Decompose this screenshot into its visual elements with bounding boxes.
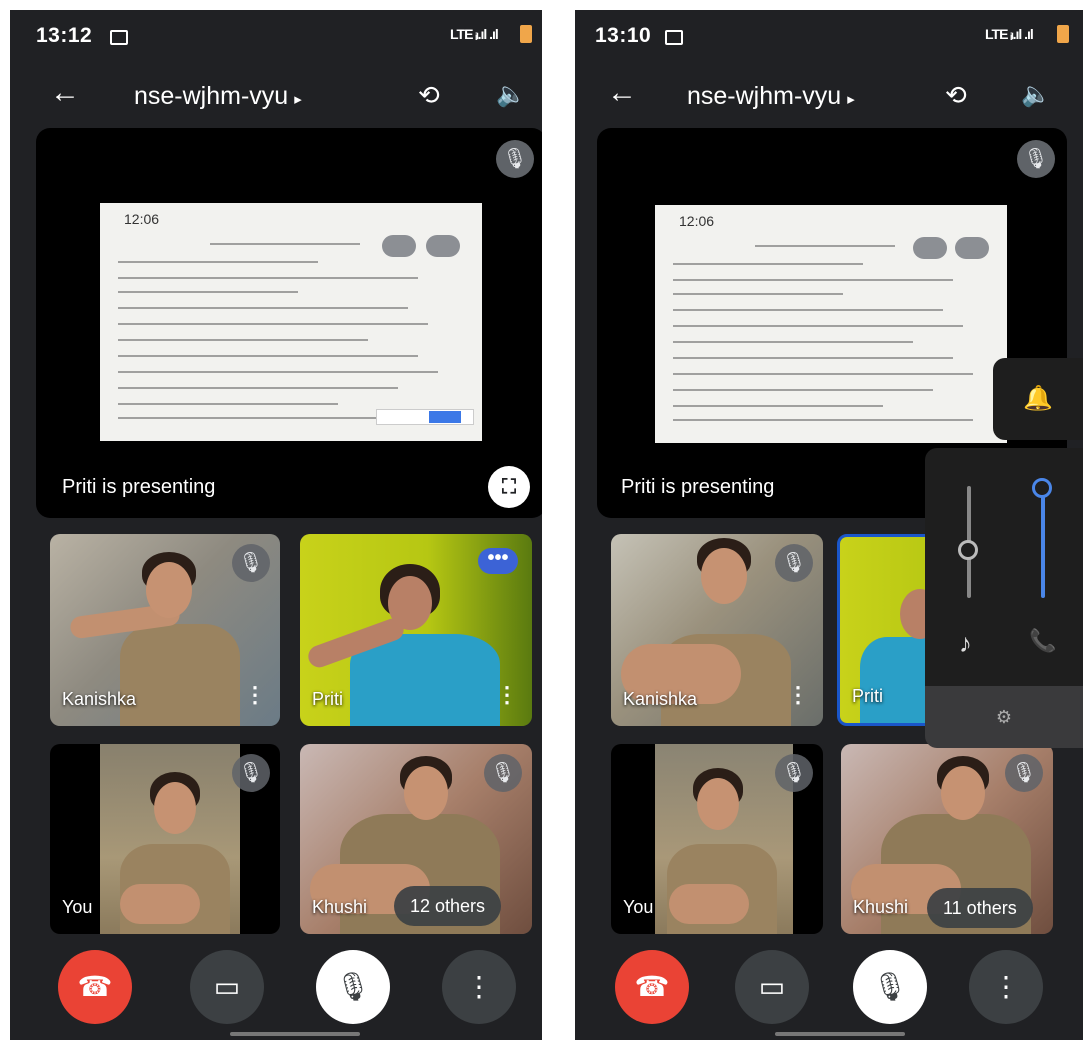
battery-icon [520,25,532,43]
meeting-code[interactable]: nse-wjhm-vyu ▸ [134,82,302,111]
top-bar: ← nse-wjhm-vyu ▸ ⟲ 🔈 [10,72,542,128]
camera-toggle-button[interactable]: ▭ [735,950,809,1024]
participant-name: You [623,897,654,917]
settings-sliders-icon: ⚙ [995,707,1013,727]
participant-tile-khushi[interactable]: 🎙 Khushi 12 others [300,744,532,934]
chevron-right-icon: ▸ [294,91,302,108]
participant-name: Kanishka [62,689,137,709]
mic-off-icon: 🎙 [496,140,534,178]
music-note-icon: ♪ [959,628,972,658]
camera-toggle-button[interactable]: ▭ [190,950,264,1024]
share-icon [382,235,416,257]
shared-screen-image: 12:06 [655,205,1007,443]
gesture-nav-bar [775,1032,905,1036]
speaker-icon[interactable]: 🔈 [1021,80,1051,109]
presentation-tile[interactable]: 🎙 12:06 Priti is presenting ⛶ [36,128,542,518]
participant-name: Khushi [312,897,368,917]
mic-off-icon: 🎙 [1017,140,1055,178]
volume-settings-button[interactable]: ⚙ [925,686,1083,748]
signal-icon: LTE ᵢₗ.ıl .ıl [985,26,1034,42]
back-arrow-icon[interactable]: ← [607,76,637,110]
battery-icon [1057,25,1069,43]
participant-name: Khushi [853,897,909,917]
others-count-pill[interactable]: 12 others [394,886,502,926]
more-horiz-icon[interactable]: ••• [478,548,518,574]
more-options-button[interactable]: ⋮ [442,950,516,1024]
speaker-icon[interactable]: 🔈 [496,80,526,109]
mic-off-icon: 🎙 [775,754,813,792]
end-call-button[interactable]: ☎ [58,950,132,1024]
mic-off-icon: 🎙 [484,754,522,792]
participant-tile-kanishka[interactable]: 🎙 Kanishka ⋮ [611,534,823,726]
switch-camera-icon[interactable]: ⟲ [418,80,440,111]
participant-name: Priti [852,686,883,706]
phone-icon: 📞 [1029,628,1057,653]
meeting-code-text: nse-wjhm-vyu [134,82,289,110]
participant-tile-priti[interactable]: ••• Priti ⋮ [300,534,532,726]
participant-name: Priti [312,689,343,709]
mic-off-icon: 🎙 [775,544,813,582]
shared-screen-time: 12:06 [679,213,715,229]
mic-off-icon: 🎙 [232,544,270,582]
mic-off-icon: 🎙 [1005,754,1043,792]
meeting-code-text: nse-wjhm-vyu [687,82,842,110]
bell-icon: 🔔 [1023,385,1053,412]
others-count-pill[interactable]: 11 others [927,888,1033,928]
volume-panel: ♪ 📞 [925,448,1083,686]
cast-icon [110,30,128,45]
ringer-mode-button[interactable]: 🔔 [993,358,1083,440]
call-volume-knob[interactable] [1032,478,1052,498]
call-volume-slider[interactable] [1041,486,1045,598]
participant-name: Kanishka [623,689,698,709]
participant-tile-khushi[interactable]: 🎙 Khushi 11 others [841,744,1053,934]
mic-toggle-button[interactable]: 🎙 [316,950,390,1024]
participant-name: You [62,897,93,917]
signal-icon: LTE ᵢₗ.ıl .ıl [450,26,499,42]
end-call-button[interactable]: ☎ [615,950,689,1024]
participant-tile-you[interactable]: 🎙 You [611,744,823,934]
cast-icon [665,30,683,45]
chat-icon [426,235,460,257]
chat-icon [955,237,989,259]
shared-screen-image: 12:06 [100,203,482,441]
presenting-label: Priti is presenting [62,476,216,498]
stop-sharing-bar [376,409,474,425]
mic-toggle-button[interactable]: 🎙 [853,950,927,1024]
top-bar: ← nse-wjhm-vyu ▸ ⟲ 🔈 [575,72,1083,128]
switch-camera-icon[interactable]: ⟲ [945,80,967,111]
mic-off-icon: 🎙 [232,754,270,792]
more-options-icon[interactable]: ⋮ [244,682,266,708]
more-options-icon[interactable]: ⋮ [787,682,809,708]
shared-screen-time: 12:06 [124,211,160,227]
share-icon [913,237,947,259]
presenting-label: Priti is presenting [621,476,775,498]
gesture-nav-bar [230,1032,360,1036]
participant-tile-kanishka[interactable]: 🎙 Kanishka ⋮ [50,534,280,726]
meeting-code[interactable]: nse-wjhm-vyu ▸ [687,82,855,111]
fullscreen-icon[interactable]: ⛶ [488,466,530,508]
status-bar: 13:12 LTE ᵢₗ.ıl .ıl [10,10,542,60]
left-screenshot: 13:12 LTE ᵢₗ.ıl .ıl ← nse-wjhm-vyu ▸ ⟲ 🔈 … [10,10,542,1040]
participant-tile-you[interactable]: 🎙 You [50,744,280,934]
media-volume-knob[interactable] [958,540,978,560]
more-options-button[interactable]: ⋮ [969,950,1043,1024]
status-bar: 13:10 LTE ᵢₗ.ıl .ıl [575,10,1083,60]
right-screenshot: 13:10 LTE ᵢₗ.ıl .ıl ← nse-wjhm-vyu ▸ ⟲ 🔈 … [575,10,1083,1040]
back-arrow-icon[interactable]: ← [50,76,80,110]
more-options-icon[interactable]: ⋮ [496,682,518,708]
chevron-right-icon: ▸ [847,91,855,108]
status-time: 13:10 [595,24,652,47]
status-time: 13:12 [36,24,93,47]
